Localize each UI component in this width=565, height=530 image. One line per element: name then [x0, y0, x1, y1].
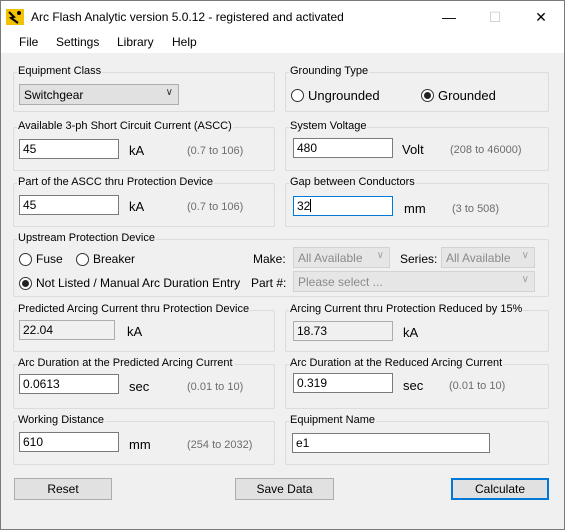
series-value: All Available — [446, 251, 511, 265]
part-number-label: Part #: — [251, 276, 287, 290]
text-caret — [310, 199, 312, 212]
series-select[interactable]: All Available ∨ — [441, 247, 535, 268]
gap-unit: mm — [404, 201, 426, 216]
reduced-arcing-label: Arcing Current thru Protection Reduced b… — [289, 303, 524, 315]
part-ascc-input[interactable]: 45 — [19, 195, 119, 215]
radio-circle — [291, 89, 304, 102]
reset-button[interactable]: Reset — [14, 478, 112, 500]
predicted-arcing-label: Predicted Arcing Current thru Protection… — [17, 303, 251, 315]
menu-settings[interactable]: Settings — [56, 35, 99, 49]
radio-fuse[interactable]: Fuse — [19, 252, 63, 266]
gap-range: (3 to 508) — [452, 203, 500, 215]
close-button[interactable]: ✕ — [518, 1, 564, 33]
grounding-type-label: Grounding Type — [289, 65, 370, 77]
radio-circle-checked — [421, 89, 434, 102]
gap-input[interactable]: 32 — [293, 196, 393, 216]
part-ascc-label: Part of the ASCC thru Protection Device — [17, 176, 215, 188]
make-label: Make: — [253, 252, 286, 266]
radio-circle-checked — [19, 276, 32, 290]
app-window: Arc Flash Analytic version 5.0.12 - regi… — [0, 0, 565, 530]
radio-ungrounded[interactable]: Ungrounded — [291, 88, 380, 103]
part-number-select[interactable]: Please select ... ∨ — [293, 271, 535, 292]
equipment-class-value: Switchgear — [24, 88, 84, 102]
working-distance-range: (254 to 2032) — [187, 439, 253, 451]
menu-file[interactable]: File — [19, 35, 38, 49]
predicted-arcing-unit: kA — [127, 324, 143, 339]
radio-grounded-label: Grounded — [438, 88, 496, 103]
arc-duration-reduced-unit: sec — [403, 378, 424, 393]
working-distance-input[interactable]: 610 — [19, 432, 119, 452]
gap-input-value: 32 — [297, 199, 311, 213]
maximize-button[interactable]: ☐ — [472, 1, 518, 33]
predicted-arcing-value: 22.04 — [19, 320, 115, 340]
window-title: Arc Flash Analytic version 5.0.12 - regi… — [31, 10, 344, 24]
radio-breaker-label: Breaker — [93, 252, 136, 266]
equipment-class-label: Equipment Class — [17, 65, 103, 77]
reduced-arcing-value: 18.73 — [293, 321, 393, 341]
chevron-down-icon: ∨ — [376, 250, 384, 261]
ascc-label: Available 3-ph Short Circuit Current (AS… — [17, 120, 233, 132]
equipment-class-select[interactable]: Switchgear ∨ — [19, 84, 179, 105]
make-value: All Available — [298, 251, 363, 265]
minimize-icon: — — [442, 9, 456, 25]
chevron-down-icon: ∨ — [165, 87, 173, 98]
radio-breaker[interactable]: Breaker — [76, 252, 135, 266]
system-voltage-label: System Voltage — [289, 120, 368, 132]
part-ascc-unit: kA — [129, 199, 145, 214]
menu-bar: File Settings Library Help — [1, 33, 564, 53]
ascc-unit: kA — [129, 143, 145, 158]
system-voltage-unit: Volt — [402, 142, 424, 157]
arc-duration-reduced-range: (0.01 to 10) — [449, 380, 506, 392]
ascc-range: (0.7 to 106) — [187, 145, 244, 157]
chevron-down-icon: ∨ — [521, 250, 529, 261]
menu-library[interactable]: Library — [117, 35, 154, 49]
ascc-input[interactable]: 45 — [19, 139, 119, 159]
radio-manual-entry[interactable]: Not Listed / Manual Arc Duration Entry — [19, 276, 240, 290]
radio-ungrounded-label: Ungrounded — [308, 88, 380, 103]
arc-duration-reduced-label: Arc Duration at the Reduced Arcing Curre… — [289, 357, 504, 369]
part-number-placeholder: Please select ... — [298, 275, 383, 289]
system-voltage-range: (208 to 46000) — [450, 144, 522, 156]
radio-grounded[interactable]: Grounded — [421, 88, 496, 103]
minimize-button[interactable]: — — [426, 1, 472, 33]
calculate-button[interactable]: Calculate — [451, 478, 549, 500]
radio-fuse-label: Fuse — [36, 252, 63, 266]
working-distance-label: Working Distance — [17, 414, 105, 426]
arc-duration-reduced-input[interactable]: 0.319 — [293, 373, 393, 393]
reduced-arcing-unit: kA — [403, 325, 419, 340]
close-icon: ✕ — [535, 8, 547, 25]
system-voltage-input[interactable]: 480 — [293, 138, 393, 158]
radio-circle — [76, 252, 89, 266]
radio-circle — [19, 252, 32, 266]
arc-duration-predicted-input[interactable]: 0.0613 — [19, 374, 119, 394]
arc-duration-predicted-label: Arc Duration at the Predicted Arcing Cur… — [17, 357, 234, 369]
upstream-device-label: Upstream Protection Device — [17, 232, 156, 244]
equipment-name-label: Equipment Name — [289, 414, 376, 426]
arc-flash-app-icon — [6, 9, 24, 25]
gap-label: Gap between Conductors — [289, 176, 416, 188]
part-ascc-range: (0.7 to 106) — [187, 201, 244, 213]
main-panel: Equipment Class Switchgear ∨ Grounding T… — [1, 55, 564, 529]
chevron-down-icon: ∨ — [521, 274, 529, 285]
arc-duration-predicted-unit: sec — [129, 379, 150, 394]
radio-manual-entry-label: Not Listed / Manual Arc Duration Entry — [36, 276, 241, 290]
series-label: Series: — [400, 252, 438, 266]
arc-duration-predicted-range: (0.01 to 10) — [187, 381, 244, 393]
save-data-button[interactable]: Save Data — [235, 478, 334, 500]
equipment-name-input[interactable]: e1 — [292, 433, 490, 453]
maximize-icon: ☐ — [488, 8, 502, 25]
make-select[interactable]: All Available ∨ — [293, 247, 390, 268]
title-bar: Arc Flash Analytic version 5.0.12 - regi… — [1, 1, 564, 33]
menu-help[interactable]: Help — [172, 35, 197, 49]
working-distance-unit: mm — [129, 437, 151, 452]
